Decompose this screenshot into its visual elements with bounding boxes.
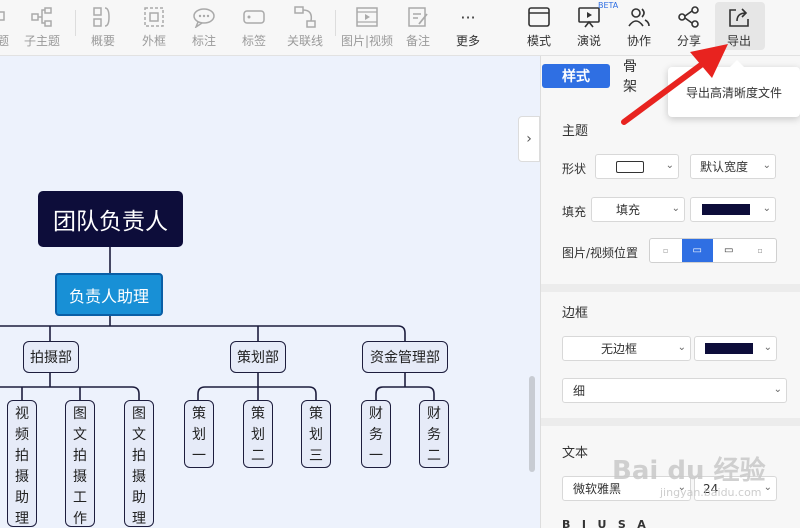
export-icon (727, 4, 751, 30)
text-format-toolbar: B I U S A (562, 518, 646, 528)
dept-topic-finance[interactable]: 资金管理部 (362, 341, 448, 373)
toolbar-more[interactable]: ··· 更多 (456, 4, 480, 50)
note-icon (407, 4, 429, 30)
border-color-picker[interactable]: ⌄ (694, 336, 777, 361)
export-tooltip: 导出高清晰度文件 (668, 60, 800, 117)
toolbar: 题 子主题 概要 外框 标注 标签 关联线 图片|视频 备注 ··· 更多 模式 (0, 0, 800, 56)
dept-topic-planning[interactable]: 策划部 (230, 341, 286, 373)
toolbar-tag[interactable]: 标签 (242, 4, 266, 50)
media-pos-right-option[interactable]: ▫ (745, 239, 777, 262)
dept-topic-shooting[interactable]: 拍摄部 (23, 341, 79, 373)
toolbar-topic[interactable]: 题 (0, 4, 10, 50)
tag-icon (242, 4, 266, 30)
relationship-icon (293, 4, 317, 30)
mindmap-canvas[interactable]: 团队负责人 负责人助理 拍摄部 策划部 资金管理部 视频拍摄助理 图文拍摄工作 … (0, 56, 540, 528)
collapse-panel-button[interactable]: › (518, 116, 540, 162)
callout-icon (192, 4, 216, 30)
leaf-topic[interactable]: 图文拍摄助理 (124, 400, 154, 527)
section-divider (541, 284, 800, 292)
fill-color-picker[interactable]: ⌄ (690, 197, 776, 222)
chevron-down-icon: ⌄ (773, 384, 782, 395)
toolbar-boundary[interactable]: 外框 (142, 4, 166, 50)
toolbar-callout[interactable]: 标注 (192, 4, 216, 50)
leaf-topic[interactable]: 策划一 (184, 400, 214, 468)
leaf-topic[interactable]: 策划三 (301, 400, 331, 468)
share-icon (677, 4, 701, 30)
mode-icon (527, 4, 551, 30)
canvas-scrollbar[interactable] (529, 376, 535, 472)
toolbar-present[interactable]: 演说 (577, 4, 601, 50)
toolbar-note[interactable]: 备注 (406, 4, 430, 50)
summary-icon (92, 4, 114, 30)
chevron-down-icon: ⌄ (762, 203, 771, 214)
toolbar-summary[interactable]: 概要 (91, 4, 115, 50)
toolbar-divider (75, 10, 76, 36)
collab-icon (627, 4, 651, 30)
fill-select[interactable]: 填充 ⌄ (591, 197, 685, 222)
toolbar-mode[interactable]: 模式 (527, 4, 551, 50)
toolbar-collab[interactable]: 协作 (627, 4, 651, 50)
leaf-topic[interactable]: 视频拍摄助理 (7, 400, 37, 527)
section-divider (541, 418, 800, 426)
toolbar-share[interactable]: 分享 (677, 4, 701, 50)
leaf-topic[interactable]: 财务一 (361, 400, 391, 468)
media-pos-left-option[interactable]: ▫ (650, 239, 682, 262)
tab-style[interactable]: 样式 (542, 64, 610, 88)
boundary-icon (143, 4, 165, 30)
topic-icon (0, 4, 10, 30)
toolbar-media[interactable]: 图片|视频 (341, 4, 393, 50)
media-pos-bottom-option[interactable]: ▭ (713, 239, 745, 262)
assistant-topic[interactable]: 负责人助理 (55, 273, 163, 316)
export-button[interactable]: 导出 (727, 4, 751, 50)
section-title-border: 边框 (562, 306, 589, 321)
baidu-watermark-url: jingyan.baidu.com (660, 486, 762, 499)
toolbar-subtopic[interactable]: 子主题 (24, 4, 60, 50)
chevron-down-icon: ⌄ (763, 342, 772, 353)
root-topic[interactable]: 团队负责人 (38, 191, 183, 247)
leaf-topic[interactable]: 财务二 (419, 400, 449, 468)
color-swatch (705, 343, 753, 354)
leaf-topic[interactable]: 图文拍摄工作 (65, 400, 95, 527)
media-position-segmented: ▫ ▭ ▭ ▫ (649, 238, 777, 263)
shape-label: 形状 (562, 162, 587, 176)
chevron-down-icon: ⌄ (762, 160, 771, 171)
tab-frame[interactable]: 骨架 (623, 59, 637, 95)
color-swatch (702, 204, 750, 215)
leaf-topic[interactable]: 策划二 (243, 400, 273, 468)
toolbar-divider (335, 10, 336, 36)
subtopic-icon (31, 4, 53, 30)
width-select[interactable]: 默认宽度 ⌄ (690, 154, 776, 179)
baidu-watermark: Bai du 经验 (612, 456, 766, 486)
media-icon (355, 4, 379, 30)
beta-badge: BETA (598, 1, 619, 10)
border-thickness-select[interactable]: 细 ⌄ (562, 378, 787, 403)
chevron-down-icon: ⌄ (665, 160, 674, 171)
shape-select[interactable]: ⌄ (595, 154, 679, 179)
media-position-label: 图片/视频位置 (562, 246, 639, 260)
border-style-select[interactable]: 无边框 ⌄ (562, 336, 691, 361)
rectangle-shape-icon (616, 160, 644, 173)
chevron-right-icon: › (526, 131, 532, 147)
media-pos-top-option[interactable]: ▭ (681, 239, 713, 262)
toolbar-relationship[interactable]: 关联线 (287, 4, 323, 50)
fill-label: 填充 (562, 205, 587, 219)
section-title-text: 文本 (562, 446, 589, 461)
chevron-down-icon: ⌄ (677, 342, 686, 353)
chevron-down-icon: ⌄ (671, 203, 680, 214)
section-title-theme: 主题 (562, 124, 589, 139)
more-icon: ··· (460, 7, 476, 27)
